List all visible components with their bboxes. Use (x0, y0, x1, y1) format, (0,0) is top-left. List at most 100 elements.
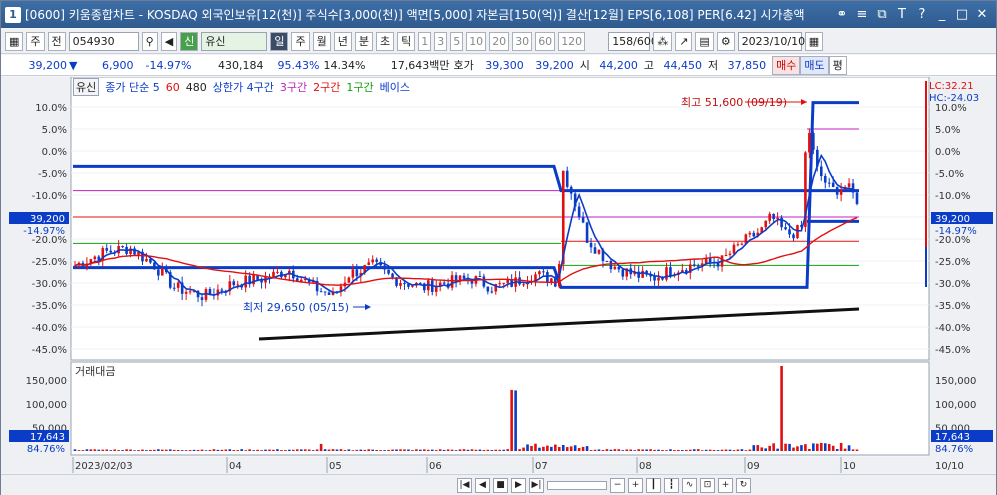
link-icon[interactable]: ⚭ (834, 7, 850, 23)
legend-item-ma60[interactable]: 60 (166, 81, 180, 94)
legend-item-zone1[interactable]: 1구간 (346, 79, 373, 95)
market-select[interactable]: 전 (47, 31, 66, 51)
refresh-icon[interactable]: ↻ (736, 477, 751, 493)
legend-item-zone2[interactable]: 2구간 (313, 79, 340, 95)
settings-icon[interactable]: ⚙ (716, 31, 735, 51)
scroll-track[interactable] (547, 480, 607, 490)
code-input[interactable]: 054930 (68, 31, 139, 51)
zoom-out-icon[interactable]: − (610, 477, 625, 493)
sell-button[interactable]: 매도 (800, 55, 829, 75)
volume-bar (486, 449, 490, 451)
volume-bar (474, 449, 478, 451)
help-icon[interactable]: ? (914, 7, 930, 23)
avg-button[interactable]: 평 (828, 55, 847, 75)
volume-bar (577, 448, 581, 451)
candle-body (609, 261, 613, 270)
grid-icon[interactable]: ▦ (5, 31, 24, 51)
crosshair-icon[interactable]: + (718, 477, 733, 493)
draw-icon[interactable]: ↗ (675, 31, 693, 51)
sound-icon[interactable]: ◀ (160, 31, 178, 51)
volume-bar (506, 449, 509, 451)
volume-bar (458, 449, 462, 451)
scroll-next-icon[interactable]: ▶ (511, 477, 526, 493)
candle-body (391, 273, 394, 278)
zoom-in-icon[interactable]: + (628, 477, 643, 493)
legend-item-ma5[interactable]: 종가 단순 5 (105, 79, 159, 95)
candle-body (581, 217, 585, 223)
buy-button[interactable]: 매수 (772, 55, 801, 75)
volume-tick-right: 100,000 (935, 400, 976, 411)
volume-bar (101, 449, 105, 451)
volume-bar (244, 450, 247, 451)
candle-icon[interactable]: ┃ (646, 477, 661, 493)
interval-3[interactable]: 3 (434, 31, 448, 51)
count-field[interactable]: 158/600 (608, 31, 658, 51)
period-button-day[interactable]: 일 (270, 31, 289, 51)
volume-bar (454, 450, 458, 451)
interval-120[interactable]: 120 (558, 31, 586, 51)
right-axis-bg (929, 77, 996, 473)
candle-body (696, 265, 700, 267)
volume-bar (383, 450, 386, 451)
interval-10[interactable]: 10 (466, 31, 487, 51)
search-icon[interactable]: ⚲ (141, 31, 158, 51)
chart-type-icon[interactable]: ⁂ (653, 31, 673, 51)
volume-bar (311, 450, 315, 451)
volume-bar (232, 450, 236, 451)
volume-bar (442, 449, 446, 451)
legend-stock-name[interactable]: 유신 (73, 78, 100, 96)
period-button-minute[interactable]: 분 (354, 31, 373, 51)
volume-bar (145, 450, 148, 451)
period-button-year[interactable]: 년 (333, 31, 352, 51)
candle-body (236, 284, 240, 286)
interval-20[interactable]: 20 (489, 31, 510, 51)
interval-1[interactable]: 1 (418, 31, 432, 51)
table-icon[interactable]: ▤ (695, 31, 714, 51)
close-icon[interactable]: ✕ (974, 7, 990, 23)
scroll-prev-icon[interactable]: ◀ (475, 477, 490, 493)
legend-item-zone3[interactable]: 3구간 (280, 79, 307, 95)
period-button-week[interactable]: 주 (291, 31, 310, 51)
bar-icon[interactable]: ┇ (664, 477, 679, 493)
volume-bar (665, 450, 668, 451)
legend-item-ma480[interactable]: 480 (186, 81, 207, 94)
period-button-month[interactable]: 월 (312, 31, 331, 51)
line-icon[interactable]: ∿ (682, 477, 697, 493)
window-number: 1 (5, 6, 21, 23)
scroll-first-icon[interactable]: |◀ (457, 477, 472, 493)
interval-30[interactable]: 30 (512, 31, 533, 51)
period-button-tick[interactable]: 틱 (397, 31, 416, 51)
volume-bar (212, 449, 216, 451)
volume-bar (292, 449, 295, 451)
volume-bar (423, 449, 426, 451)
minimize-icon[interactable]: _ (934, 7, 950, 23)
fit-icon[interactable]: ⊡ (700, 477, 715, 493)
date-field[interactable]: 2023/10/10 (737, 31, 805, 51)
interval-60[interactable]: 60 (535, 31, 556, 51)
stop-icon[interactable]: ■ (493, 477, 508, 493)
candle-body (748, 232, 752, 235)
legend-item-zone4[interactable]: 상한가 4구간 (213, 79, 274, 95)
volume-bar (593, 449, 597, 451)
list-icon[interactable]: ≡ (854, 7, 870, 23)
calendar-icon[interactable]: ▦ (804, 31, 824, 51)
tile-icon[interactable]: ⧉ (874, 7, 890, 23)
stock-name-field[interactable]: 유신 (201, 31, 268, 51)
maximize-icon[interactable]: □ (954, 7, 970, 23)
text-icon[interactable]: T (894, 7, 910, 23)
period-select[interactable]: 주 (26, 31, 45, 51)
scroll-last-icon[interactable]: ▶| (529, 477, 544, 493)
interval-5[interactable]: 5 (450, 31, 464, 51)
pct-tag-right-text: -14.97% (935, 226, 977, 237)
volume-bar (426, 449, 430, 451)
quote-bar: 39,200 ▼ 6,900 -14.97% 430,184 95.43% 14… (1, 55, 996, 76)
volume-bar (561, 444, 565, 451)
volume-bar (323, 449, 327, 451)
volume-bar (482, 449, 486, 451)
volume-tick-right: 150,000 (935, 376, 976, 387)
legend-item-base[interactable]: 베이스 (380, 79, 410, 95)
volume-bar (307, 449, 311, 451)
volume-bar (192, 449, 196, 451)
price-chart[interactable]: 10.0%5.0%0.0%-5.0%-10.0%-15.0%-20.0%-25.… (1, 77, 996, 474)
period-button-second[interactable]: 초 (375, 31, 395, 51)
